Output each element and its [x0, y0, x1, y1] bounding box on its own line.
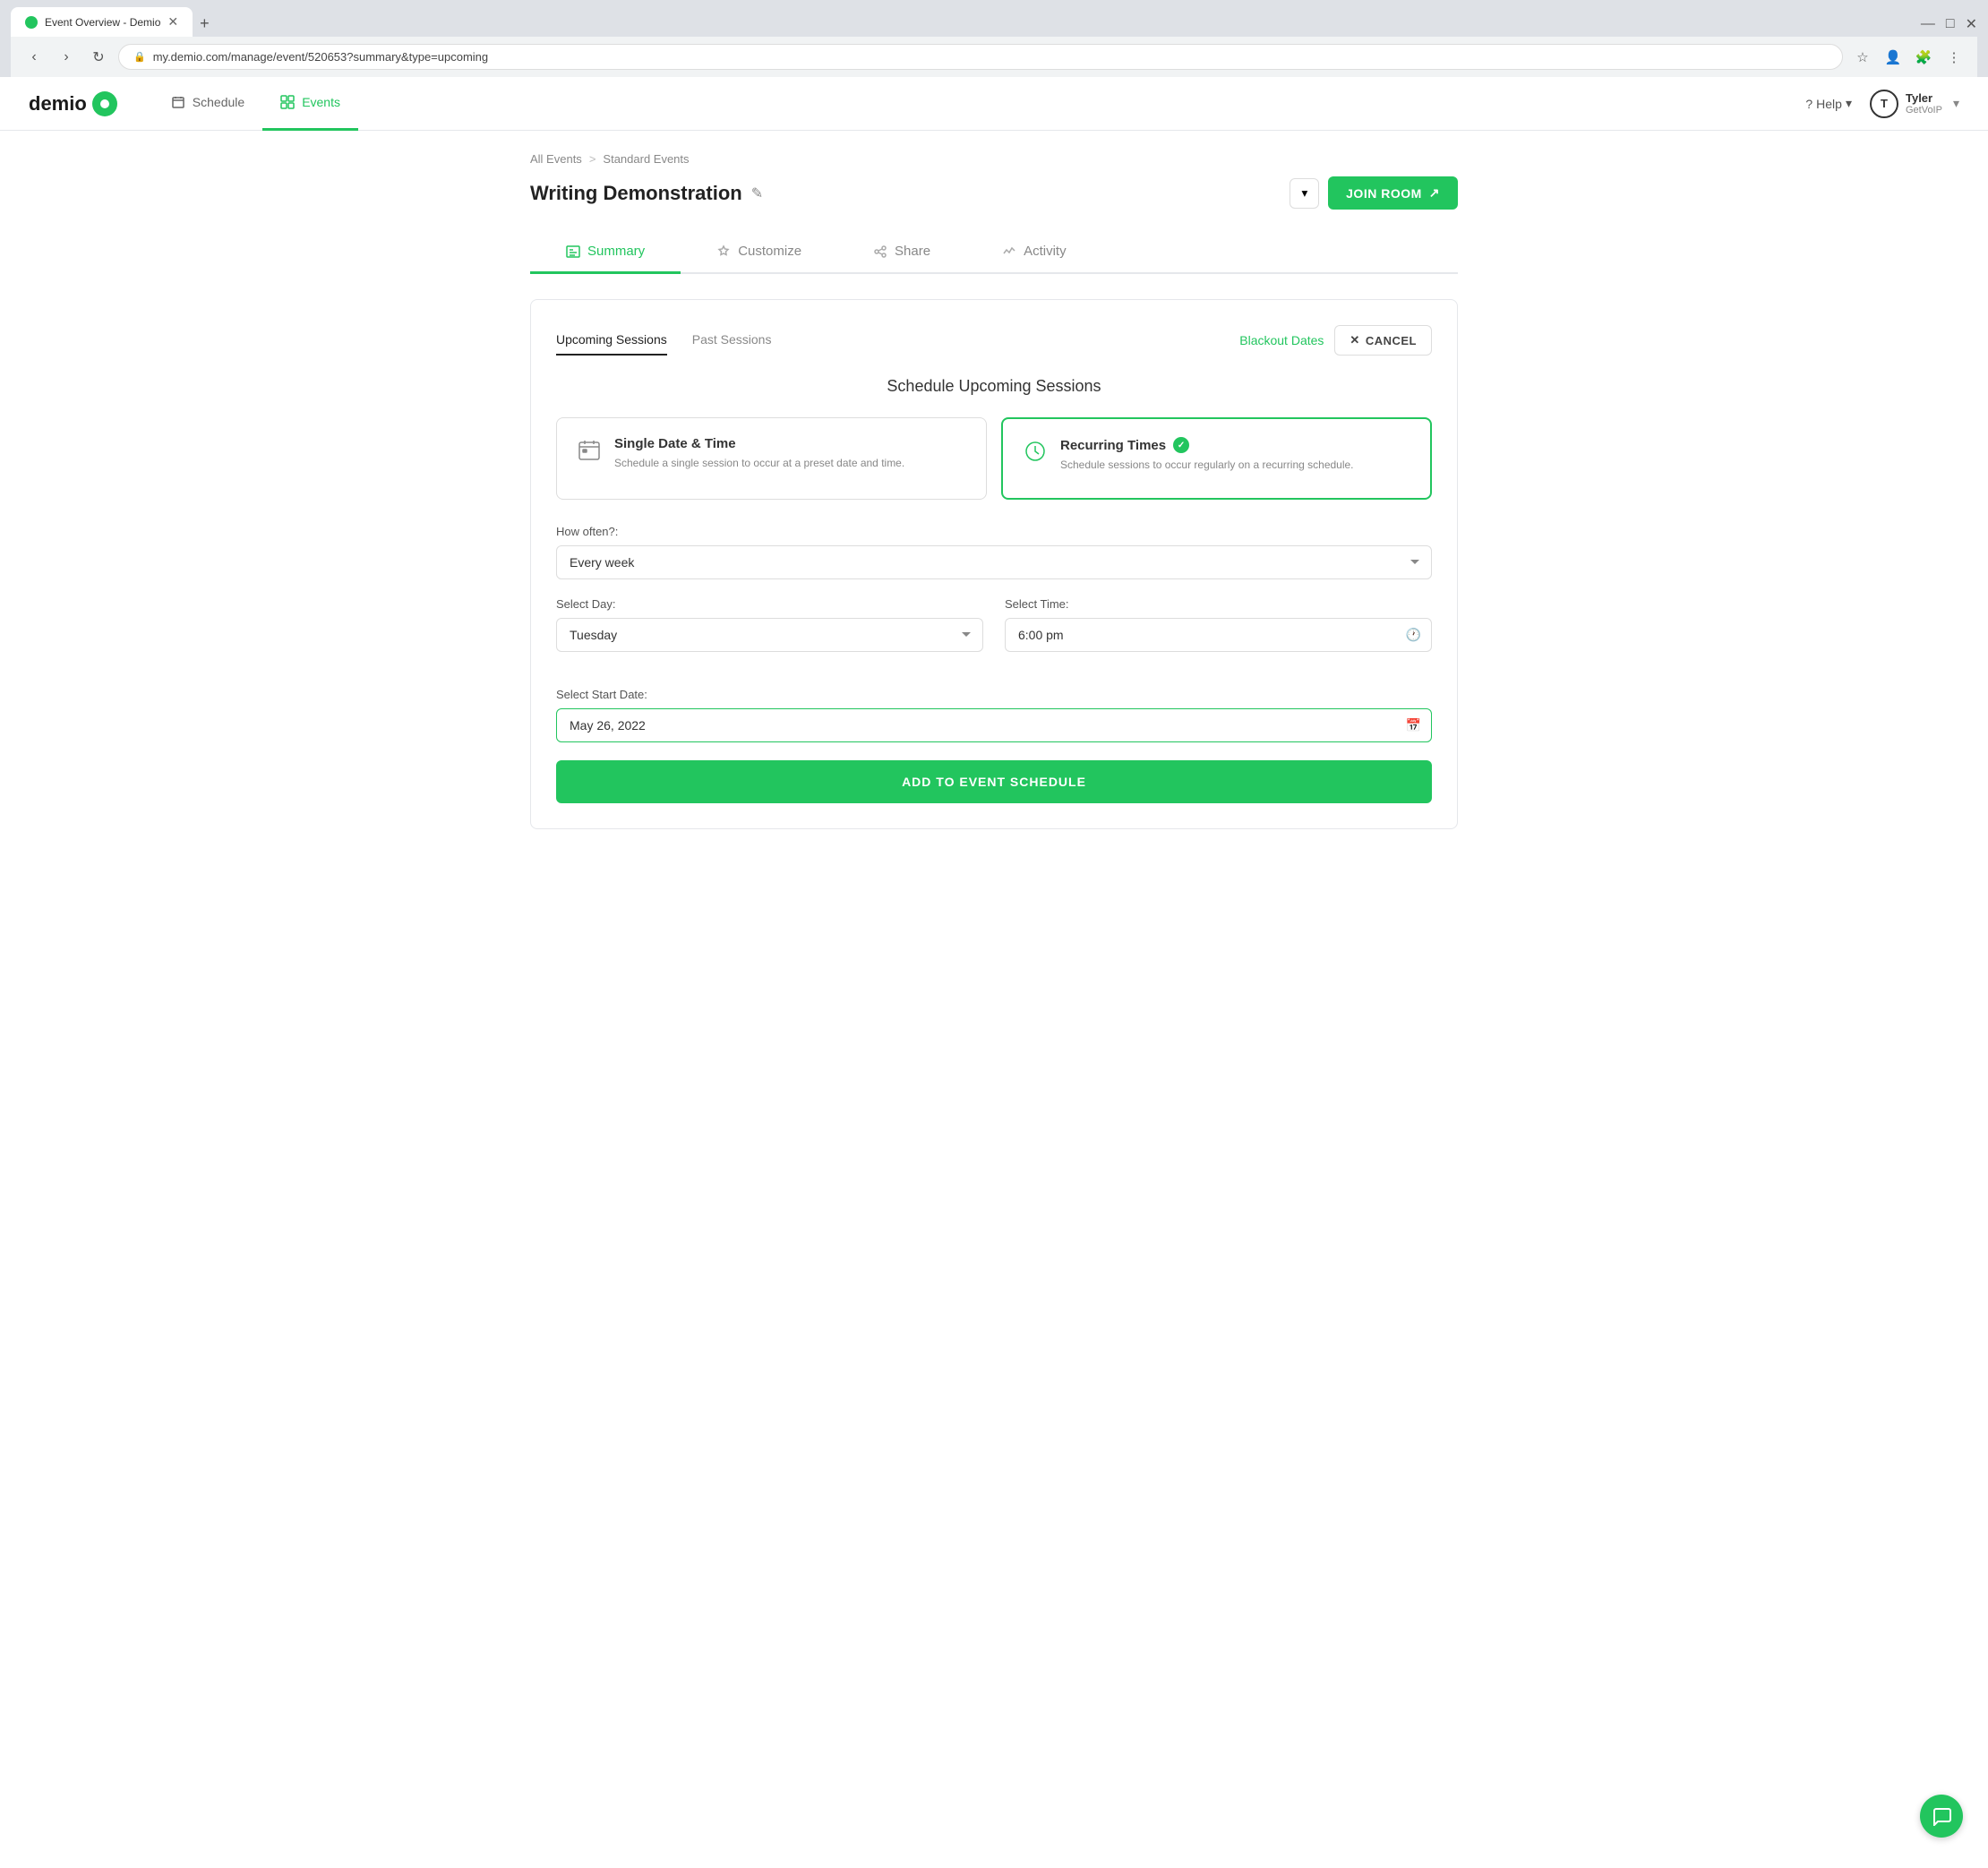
how-often-group: How often?: Every week Every two weeks E…	[556, 525, 1432, 579]
select-day-group: Select Day: Monday Tuesday Wednesday Thu…	[556, 597, 983, 652]
nav-schedule[interactable]: Schedule	[153, 77, 262, 131]
logo: demio	[29, 91, 117, 116]
forward-button[interactable]: ›	[54, 45, 79, 70]
recurring-title: Recurring Times ✓	[1060, 437, 1412, 453]
session-tab-upcoming[interactable]: Upcoming Sessions	[556, 325, 667, 356]
header-actions: ▾ JOIN ROOM ↗	[1290, 176, 1458, 210]
single-date-card[interactable]: Single Date & Time Schedule a single ses…	[556, 417, 987, 500]
tab-close-icon[interactable]: ✕	[167, 14, 178, 30]
select-time-group: Select Time: 🕐	[1005, 597, 1432, 652]
browser-tab-active[interactable]: Event Overview - Demio ✕	[11, 7, 193, 37]
bookmark-icon[interactable]: ☆	[1850, 45, 1875, 70]
extensions-icon[interactable]: 🧩	[1911, 45, 1936, 70]
tabs: Summary Customize Share Activity	[530, 231, 1458, 274]
calendar-icon: 📅	[1406, 718, 1421, 733]
user-menu-button[interactable]: T Tyler GetVoIP ▾	[1870, 90, 1959, 118]
help-chevron-icon: ▾	[1846, 96, 1852, 111]
tab-activity[interactable]: Activity	[966, 231, 1102, 274]
window-maximize-icon[interactable]: □	[1946, 16, 1955, 32]
nav-links: Schedule Events	[153, 77, 358, 131]
time-input-wrapper: 🕐	[1005, 618, 1432, 652]
schedule-title: Schedule Upcoming Sessions	[556, 377, 1432, 396]
content-panel: Upcoming Sessions Past Sessions Blackout…	[530, 299, 1458, 829]
start-date-group: Select Start Date: 📅	[556, 688, 1432, 742]
join-room-button[interactable]: JOIN ROOM ↗	[1328, 176, 1458, 210]
user-avatar: T	[1870, 90, 1898, 118]
tab-share[interactable]: Share	[837, 231, 966, 274]
breadcrumb-all-events[interactable]: All Events	[530, 152, 582, 166]
reload-button[interactable]: ↻	[86, 45, 111, 70]
page-title: Writing Demonstration	[530, 182, 742, 205]
tab-customize[interactable]: Customize	[681, 231, 837, 274]
new-tab-button[interactable]: +	[193, 11, 217, 37]
session-tabs-header: Upcoming Sessions Past Sessions Blackout…	[556, 325, 1432, 356]
how-often-select[interactable]: Every week Every two weeks Every month	[556, 545, 1432, 579]
edit-icon[interactable]: ✎	[751, 184, 763, 202]
blackout-dates-link[interactable]: Blackout Dates	[1239, 333, 1324, 347]
tab-favicon	[25, 16, 38, 29]
add-to-schedule-button[interactable]: ADD TO EVENT SCHEDULE	[556, 760, 1432, 803]
recurring-desc: Schedule sessions to occur regularly on …	[1060, 457, 1412, 473]
breadcrumb-separator: >	[589, 152, 596, 166]
recurring-check-badge: ✓	[1173, 437, 1189, 453]
lock-icon: 🔒	[133, 51, 146, 63]
single-date-desc: Schedule a single session to occur at a …	[614, 455, 968, 471]
top-nav: demio Schedule Events ? Help ▾	[0, 77, 1988, 131]
select-time-label: Select Time:	[1005, 597, 1432, 611]
dropdown-button[interactable]: ▾	[1290, 178, 1319, 209]
single-date-title: Single Date & Time	[614, 436, 968, 451]
start-date-label: Select Start Date:	[556, 688, 1432, 701]
dropdown-chevron-icon: ▾	[1301, 186, 1307, 201]
settings-icon[interactable]: ⋮	[1941, 45, 1967, 70]
select-day-label: Select Day:	[556, 597, 983, 611]
cancel-x-icon: ✕	[1350, 333, 1359, 347]
profile-icon[interactable]: 👤	[1881, 45, 1906, 70]
start-date-input-wrapper: 📅	[556, 708, 1432, 742]
help-icon: ?	[1805, 97, 1812, 111]
window-minimize-icon[interactable]: —	[1921, 16, 1935, 32]
breadcrumb: All Events > Standard Events	[530, 152, 1458, 166]
window-close-icon[interactable]: ✕	[1966, 15, 1977, 33]
session-cards: Single Date & Time Schedule a single ses…	[556, 417, 1432, 500]
day-time-row: Select Day: Monday Tuesday Wednesday Thu…	[556, 597, 1432, 670]
logo-text: demio	[29, 92, 87, 116]
cancel-button[interactable]: ✕ CANCEL	[1334, 325, 1432, 356]
time-icon: 🕐	[1406, 628, 1421, 643]
page-title-row: Writing Demonstration ✎	[530, 182, 763, 205]
single-date-icon	[575, 436, 604, 465]
nav-right: ? Help ▾ T Tyler GetVoIP ▾	[1805, 90, 1959, 118]
url-text: my.demio.com/manage/event/520653?summary…	[153, 50, 488, 64]
nav-events[interactable]: Events	[262, 77, 358, 131]
user-chevron-icon: ▾	[1953, 96, 1959, 111]
session-tab-past[interactable]: Past Sessions	[692, 325, 772, 356]
logo-icon	[92, 91, 117, 116]
user-info: Tyler GetVoIP	[1906, 91, 1942, 116]
select-day-select[interactable]: Monday Tuesday Wednesday Thursday Friday…	[556, 618, 983, 652]
chat-fab-button[interactable]	[1920, 1795, 1963, 1838]
tab-title: Event Overview - Demio	[45, 16, 160, 29]
select-time-input[interactable]	[1005, 618, 1432, 652]
external-link-icon: ↗	[1429, 185, 1440, 201]
help-button[interactable]: ? Help ▾	[1805, 96, 1852, 111]
recurring-card[interactable]: Recurring Times ✓ Schedule sessions to o…	[1001, 417, 1432, 500]
address-bar[interactable]: 🔒 my.demio.com/manage/event/520653?summa…	[118, 44, 1843, 70]
tab-summary[interactable]: Summary	[530, 231, 681, 274]
recurring-icon	[1021, 437, 1050, 466]
session-tabs: Upcoming Sessions Past Sessions	[556, 325, 796, 356]
back-button[interactable]: ‹	[21, 45, 47, 70]
breadcrumb-category[interactable]: Standard Events	[603, 152, 689, 166]
start-date-input[interactable]	[556, 708, 1432, 742]
page-header: Writing Demonstration ✎ ▾ JOIN ROOM ↗	[530, 176, 1458, 210]
session-actions: Blackout Dates ✕ CANCEL	[1239, 325, 1432, 356]
how-often-label: How often?:	[556, 525, 1432, 538]
